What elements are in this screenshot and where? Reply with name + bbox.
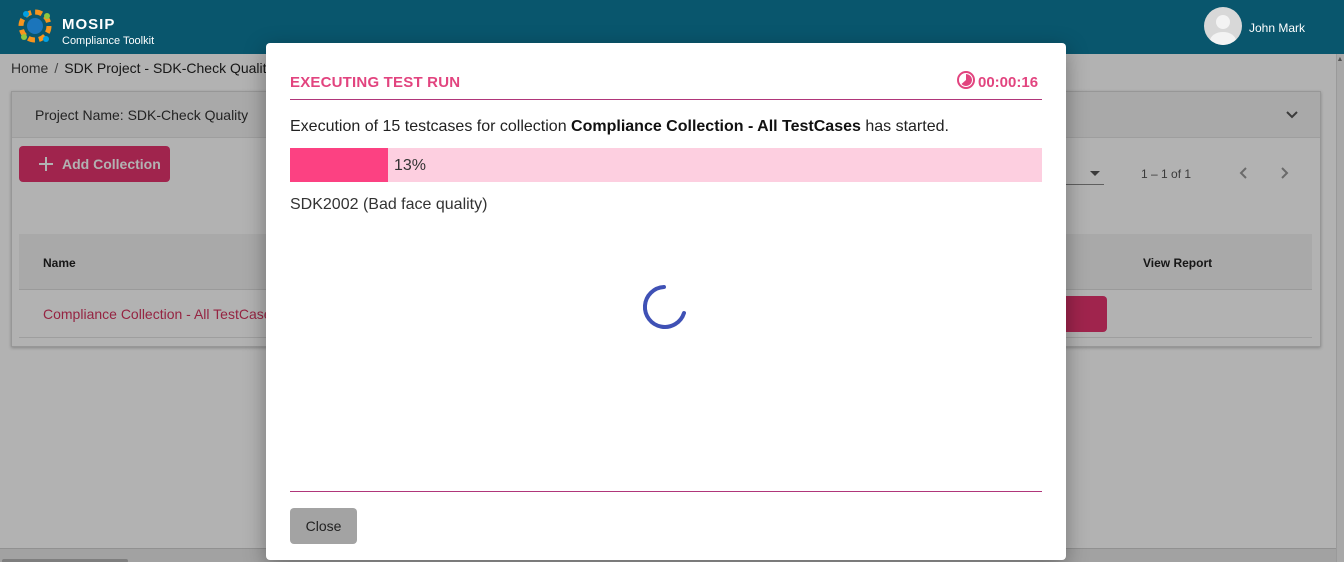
elapsed-timer: 00:00:16: [978, 74, 1039, 91]
timer-icon: [957, 71, 975, 89]
progress-bar-fill: [290, 148, 388, 182]
progress-label: 13%: [394, 157, 427, 174]
title-divider: [290, 99, 1042, 100]
close-button[interactable]: Close: [290, 508, 357, 544]
user-name[interactable]: John Mark: [1249, 21, 1305, 35]
mosip-logo-icon[interactable]: [14, 4, 56, 48]
collection-name: Compliance Collection - All TestCases: [571, 118, 861, 135]
current-testcase: SDK2002 (Bad face quality): [290, 196, 488, 213]
brand-subtitle: Compliance Toolkit: [62, 35, 155, 47]
execution-modal: EXECUTING TEST RUN 00:00:16 Execution of…: [266, 43, 1066, 560]
message-suffix: has started.: [865, 118, 949, 135]
footer-divider: [290, 491, 1042, 492]
execution-message: Execution of 15 testcases for collection…: [290, 118, 949, 136]
loading-spinner-icon: [642, 285, 686, 329]
brand-name: MOSIP: [62, 16, 116, 33]
user-avatar-icon[interactable]: [1204, 7, 1242, 45]
modal-title: EXECUTING TEST RUN: [290, 74, 461, 91]
message-prefix: Execution of 15 testcases for collection: [290, 118, 567, 135]
progress-bar: 13%: [290, 148, 1042, 182]
